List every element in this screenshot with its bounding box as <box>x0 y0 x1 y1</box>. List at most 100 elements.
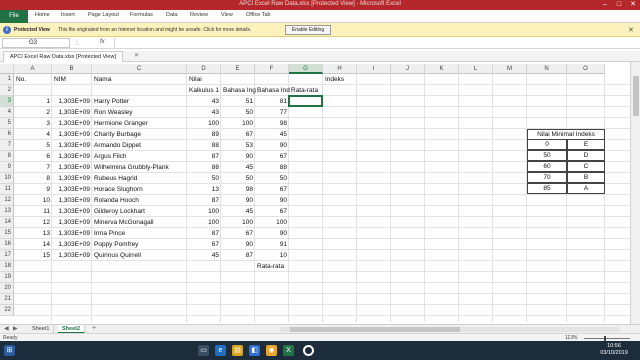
enable-editing-button[interactable]: Enable Editing <box>285 25 331 35</box>
index-table-min[interactable]: 85 <box>527 183 567 194</box>
cell-kalkulus[interactable]: 87 <box>189 151 219 162</box>
cell-nama[interactable]: Quirinus Quirrell <box>94 250 185 261</box>
scrollbar-thumb[interactable] <box>290 327 460 332</box>
cell-bahasa-inggris[interactable]: 53 <box>223 140 253 151</box>
cell-bahasa-inggris[interactable]: 67 <box>223 129 253 140</box>
cell-bahasa-inggris[interactable]: 51 <box>223 96 253 107</box>
cell-bahasa-indonesia[interactable]: 67 <box>257 151 287 162</box>
cell-a1[interactable]: No. <box>16 74 50 85</box>
cell-nim[interactable]: 1,303E+09 <box>54 239 90 250</box>
column-header-m[interactable]: M <box>493 64 527 74</box>
cell-nim[interactable]: 1,303E+09 <box>54 96 90 107</box>
cell-nim[interactable]: 1,303E+09 <box>54 140 90 151</box>
taskbar-clock[interactable]: 10:56 03/10/2019 <box>592 343 636 357</box>
cell-bahasa-indonesia[interactable]: 50 <box>257 173 287 184</box>
cell-nim[interactable]: 1,303E+09 <box>54 129 90 140</box>
cell-no[interactable]: 14 <box>16 239 50 250</box>
index-table-min[interactable]: 0 <box>527 139 567 150</box>
cell-bahasa-inggris[interactable]: 45 <box>223 162 253 173</box>
select-all-corner[interactable] <box>0 64 14 74</box>
cell-nama[interactable]: Ron Weasley <box>94 107 185 118</box>
row-header-13[interactable]: 13 <box>0 206 14 217</box>
tab-review[interactable]: Review <box>190 12 208 18</box>
row-header-10[interactable]: 10 <box>0 173 14 184</box>
sheet-nav-prev-icon[interactable]: ◀ <box>4 325 9 332</box>
tab-insert[interactable]: Insert <box>61 12 75 18</box>
cell-nama[interactable]: Armando Dippet <box>94 140 185 151</box>
cell-kalkulus[interactable]: 100 <box>189 206 219 217</box>
cell-bahasa-inggris[interactable]: 100 <box>223 217 253 228</box>
column-header-j[interactable]: J <box>391 64 425 74</box>
row-header-4[interactable]: 4 <box>0 107 14 118</box>
cell-b1[interactable]: NIM <box>54 74 90 85</box>
cell-no[interactable]: 6 <box>16 151 50 162</box>
row-header-3[interactable]: 3 <box>0 96 14 107</box>
fx-icon[interactable]: fx <box>100 39 105 45</box>
column-header-c[interactable]: C <box>92 64 187 74</box>
cell-nim[interactable]: 1,303E+09 <box>54 151 90 162</box>
cell-no[interactable]: 7 <box>16 162 50 173</box>
task-view-icon[interactable]: ▭ <box>198 345 209 356</box>
tab-data[interactable]: Data <box>166 12 178 18</box>
cell-nim[interactable]: 1,303E+09 <box>54 118 90 129</box>
cell-nama[interactable]: Irma Pince <box>94 228 185 239</box>
cell-nama[interactable]: Poppy Pomfrey <box>94 239 185 250</box>
close-icon[interactable]: ✕ <box>628 26 634 34</box>
index-table-grade[interactable]: E <box>567 139 605 150</box>
cell-nama[interactable]: Wilhelmina Grubbly-Plank <box>94 162 185 173</box>
cell-kalkulus[interactable]: 67 <box>189 239 219 250</box>
row-header-6[interactable]: 6 <box>0 129 14 140</box>
column-header-b[interactable]: B <box>52 64 92 74</box>
cell-kalkulus[interactable]: 87 <box>189 228 219 239</box>
column-header-l[interactable]: L <box>459 64 493 74</box>
cell-f2[interactable]: Bahasa Ind <box>257 85 290 96</box>
cell-kalkulus[interactable]: 89 <box>189 129 219 140</box>
cell-kalkulus[interactable]: 13 <box>189 184 219 195</box>
index-table-grade[interactable]: C <box>567 161 605 172</box>
cell-nama[interactable]: Minerva McGonagall <box>94 217 185 228</box>
cell-nim[interactable]: 1,303E+09 <box>54 195 90 206</box>
horizontal-scrollbar[interactable] <box>280 327 620 332</box>
cell-kalkulus[interactable]: 45 <box>189 250 219 261</box>
cell-no[interactable]: 5 <box>16 140 50 151</box>
cell-nim[interactable]: 1,303E+09 <box>54 173 90 184</box>
tab-home[interactable]: Home <box>35 12 50 18</box>
recording-icon[interactable] <box>303 345 314 356</box>
excel-icon[interactable]: X <box>283 345 294 356</box>
row-header-20[interactable]: 20 <box>0 283 14 294</box>
cell-kalkulus[interactable]: 43 <box>189 107 219 118</box>
sheet-nav-next-icon[interactable]: ▶ <box>13 325 18 332</box>
cell-no[interactable]: 9 <box>16 184 50 195</box>
cell-no[interactable]: 8 <box>16 173 50 184</box>
cell-no[interactable]: 3 <box>16 118 50 129</box>
cell-bahasa-indonesia[interactable]: 45 <box>257 129 287 140</box>
cell-no[interactable]: 2 <box>16 107 50 118</box>
zoom-slider[interactable] <box>584 338 630 339</box>
column-header-o[interactable]: O <box>567 64 605 74</box>
index-table-grade[interactable]: B <box>567 172 605 183</box>
cell-nim[interactable]: 1,303E+09 <box>54 184 90 195</box>
cell-no[interactable]: 10 <box>16 195 50 206</box>
edge-browser-icon[interactable]: e <box>215 345 226 356</box>
row-header-17[interactable]: 17 <box>0 250 14 261</box>
cell-bahasa-indonesia[interactable]: 77 <box>257 107 287 118</box>
close-icon[interactable]: ✕ <box>134 52 139 59</box>
row-header-8[interactable]: 8 <box>0 151 14 162</box>
close-button[interactable]: ✕ <box>626 0 640 10</box>
cell-bahasa-indonesia[interactable]: 98 <box>257 118 287 129</box>
cell-kalkulus[interactable]: 87 <box>189 195 219 206</box>
cell-e2[interactable]: Bahasa Ing <box>223 85 256 96</box>
cell-nama[interactable]: Harry Potter <box>94 96 185 107</box>
cell-nama[interactable]: Argus Filch <box>94 151 185 162</box>
column-header-g[interactable]: G <box>289 64 323 74</box>
cell-nim[interactable]: 1,303E+09 <box>54 228 90 239</box>
cell-kalkulus[interactable]: 88 <box>189 162 219 173</box>
file-explorer-icon[interactable]: ▤ <box>232 345 243 356</box>
row-header-18[interactable]: 18 <box>0 261 14 272</box>
cell-nim[interactable]: 1,303E+09 <box>54 206 90 217</box>
cell-nama[interactable]: Gilderoy Lockhart <box>94 206 185 217</box>
cell-nim[interactable]: 1,303E+09 <box>54 162 90 173</box>
cell-d2[interactable]: Kalkulus 1 <box>189 85 219 96</box>
column-header-h[interactable]: H <box>323 64 357 74</box>
cell-nama[interactable]: Hermione Granger <box>94 118 185 129</box>
